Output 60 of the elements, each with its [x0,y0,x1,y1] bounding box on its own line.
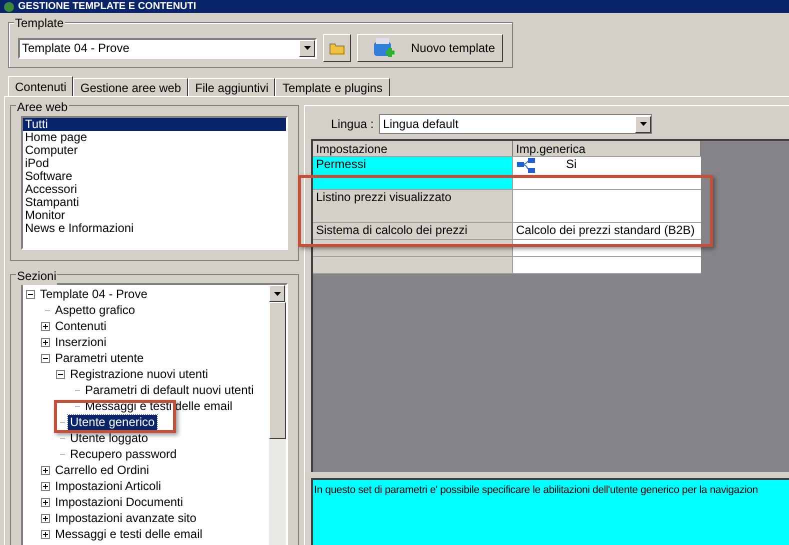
tree-item[interactable]: Impostazioni Documenti [53,494,186,510]
expand-icon[interactable] [41,466,50,474]
collapse-icon[interactable] [56,370,65,378]
expand-icon[interactable] [41,482,50,490]
expand-icon[interactable] [41,498,50,506]
list-item[interactable]: News e Informazioni [23,222,286,235]
tree-item[interactable]: Aspetto grafico [53,302,138,318]
window-title: GESTIONE TEMPLATE E CONTENUTI [18,0,196,12]
tree-item[interactable]: Utente generico [68,414,157,430]
list-item[interactable]: Software [23,170,286,183]
tree-item[interactable]: Template 04 - Prove [38,286,150,302]
list-item[interactable]: Tutti [23,118,286,131]
new-template-icon [373,37,395,59]
app-icon [4,2,14,12]
template-dropdown[interactable]: Template 04 - Prove [18,38,317,58]
expand-icon[interactable] [41,514,50,522]
language-dropdown[interactable]: Lingua default [379,114,652,134]
tab[interactable]: Contenuti [8,76,74,96]
collapse-icon[interactable] [41,354,50,362]
list-item[interactable]: Stampanti [23,196,286,209]
tree-item[interactable]: Utente loggato [68,430,150,446]
expand-icon[interactable] [41,530,50,538]
scroll-thumb[interactable] [269,302,286,439]
collapse-icon[interactable] [26,290,35,298]
value-text: Calcolo dei prezzi standard (B2B) [516,223,695,238]
list-item[interactable]: iPod [23,157,286,170]
folder-icon [329,41,345,55]
dropdown-value: Lingua default [383,116,460,133]
tree-item[interactable]: Messaggi e testi delle email [53,526,204,542]
list-item[interactable]: Computer [23,144,286,157]
setting-cell: Permessi [313,157,513,189]
value-text: Si [566,157,577,172]
language-label: Lingua : [331,116,373,133]
scrollbar[interactable] [269,285,286,545]
expand-icon[interactable] [41,322,50,330]
tree-item[interactable]: Recupero password [68,446,179,462]
tree-item[interactable]: Carrello ed Ordini [53,462,152,478]
setting-cell: Listino prezzi visualizzato [313,190,513,222]
tree-item[interactable]: Registrazione nuovi utenti [68,366,210,382]
list-item[interactable]: Home page [23,131,286,144]
tree-item[interactable]: Parametri utente [53,350,146,366]
column-header[interactable]: Impostazione [313,141,513,156]
open-folder-button[interactable] [323,34,351,62]
tree-item[interactable]: Contenuti [53,318,108,334]
tree-item[interactable]: Impostazioni avanzate sito [53,510,198,526]
setting-cell: Sistema di calcolo dei prezzi [313,223,513,239]
tree-item[interactable]: Inserzioni [53,334,108,350]
tree-item[interactable]: Messaggi e testi delle email [83,398,234,414]
dropdown-value: Template 04 - Prove [22,40,130,57]
tree-item[interactable]: Parametri di default nuovi utenti [83,382,256,398]
new-template-button[interactable]: Nuovo template [357,34,503,62]
list-item[interactable]: Monitor [23,209,286,222]
tab[interactable]: Template e plugins [275,78,390,96]
tree-item[interactable]: Impostazioni Articoli [53,478,164,494]
tab[interactable]: File aggiuntivi [188,78,276,96]
column-header[interactable]: Imp.generica [513,141,701,156]
description-text: In questo set di parametri e' possibile specificare le abilitazioni dell'utente generico per la navigazion [314,483,759,498]
expand-icon[interactable] [41,338,50,346]
tab[interactable]: Gestione aree web [73,78,188,96]
list-item[interactable]: Accessori [23,183,286,196]
